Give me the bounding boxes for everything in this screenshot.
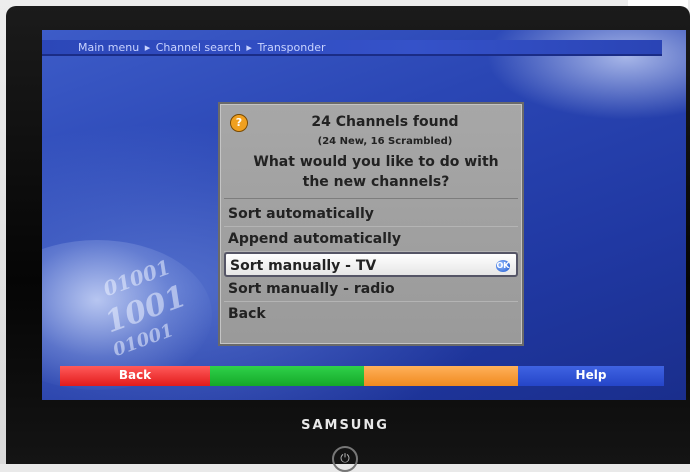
channels-found-dialog: ? 24 Channels found (24 New, 16 Scramble… bbox=[218, 102, 524, 346]
dialog-question: What would you like to do with the new c… bbox=[236, 152, 516, 192]
dialog-divider bbox=[224, 198, 518, 199]
breadcrumb-item-transponder: Transponder bbox=[257, 41, 326, 54]
green-key[interactable] bbox=[210, 366, 364, 386]
option-append-automatically[interactable]: Append automatically bbox=[224, 227, 518, 252]
dialog-title: 24 Channels found bbox=[311, 114, 459, 130]
color-key-bar: Back Help bbox=[60, 366, 664, 386]
dialog-subtitle: (24 New, 16 Scrambled) bbox=[317, 136, 453, 147]
tv-brand-logo: SAMSUNG bbox=[301, 418, 389, 433]
tv-bezel: 01001 1001 01001 Main menu ▸ Channel sea… bbox=[6, 6, 690, 464]
dialog-question-line-1: What would you like to do with bbox=[253, 154, 499, 170]
option-sort-automatically[interactable]: Sort automatically bbox=[224, 202, 518, 227]
breadcrumb-separator: ▸ bbox=[246, 41, 252, 54]
option-sort-manually-radio[interactable]: Sort manually - radio bbox=[224, 277, 518, 302]
breadcrumb-item-channel-search[interactable]: Channel search bbox=[156, 41, 241, 54]
breadcrumb-separator: ▸ bbox=[144, 41, 151, 54]
blue-key-help[interactable]: Help bbox=[518, 366, 664, 386]
ok-icon: OK bbox=[496, 260, 510, 272]
red-key-back[interactable]: Back bbox=[60, 366, 210, 386]
option-sort-manually-tv[interactable]: Sort manually - TV OK bbox=[224, 252, 518, 277]
question-icon: ? bbox=[230, 114, 248, 132]
breadcrumb-item-main-menu[interactable]: Main menu bbox=[78, 41, 139, 54]
breadcrumb: Main menu ▸ Channel search ▸ Transponder bbox=[42, 40, 662, 56]
power-button-icon[interactable]: ⏻ bbox=[332, 446, 358, 472]
option-label: Sort manually - TV bbox=[230, 258, 377, 274]
yellow-key[interactable] bbox=[364, 366, 518, 386]
option-back[interactable]: Back bbox=[224, 302, 518, 327]
option-list: Sort automatically Append automatically … bbox=[224, 202, 518, 327]
dialog-question-line-2: the new channels? bbox=[302, 174, 450, 190]
